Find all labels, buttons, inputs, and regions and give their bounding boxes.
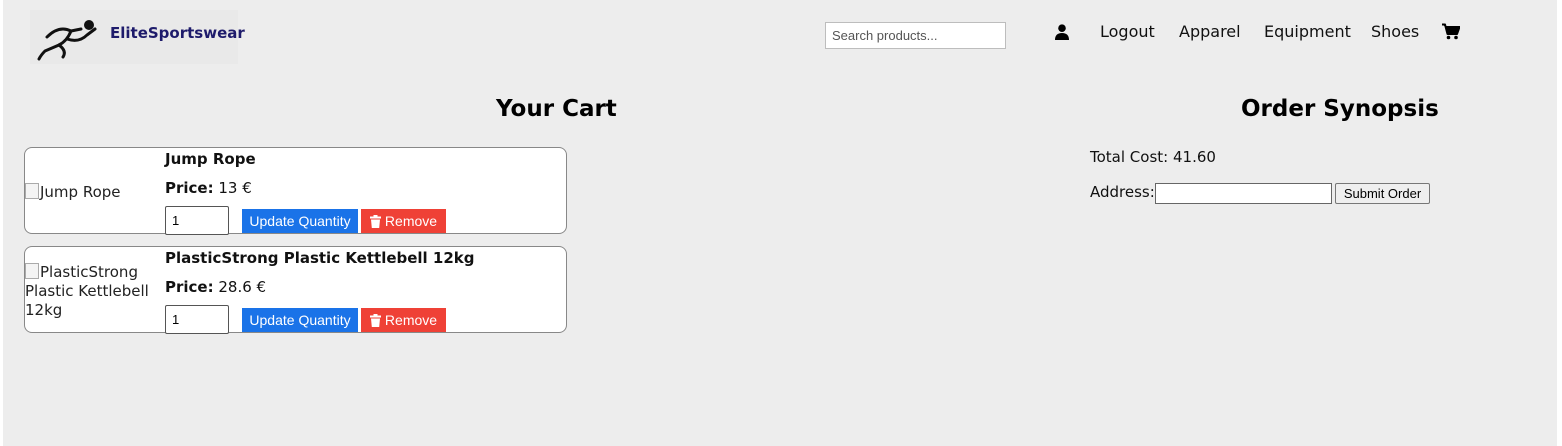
remove-label: Remove [384, 312, 438, 328]
total-cost: Total Cost: 41.60 [1090, 148, 1216, 166]
quantity-input[interactable] [165, 305, 229, 334]
price-label: Price: [165, 278, 214, 296]
update-quantity-button[interactable]: Update Quantity [242, 308, 358, 332]
remove-label: Remove [384, 213, 438, 229]
remove-button[interactable]: Remove [361, 209, 446, 233]
product-price: Price: 28.6 € [165, 278, 266, 296]
product-image: Jump Rope [25, 183, 160, 202]
nav-shoes[interactable]: Shoes [1371, 22, 1419, 41]
address-input[interactable] [1155, 183, 1332, 204]
price-value: 13 € [218, 179, 252, 197]
nav-apparel[interactable]: Apparel [1179, 22, 1241, 41]
search-input[interactable] [825, 22, 1006, 49]
product-image-alt: PlasticStrong Plastic Kettlebell 12kg [25, 263, 149, 319]
cart-item: PlasticStrong Plastic Kettlebell 12kg Pl… [24, 246, 567, 334]
product-name: PlasticStrong Plastic Kettlebell 12kg [165, 249, 475, 267]
cart-title: Your Cart [496, 96, 617, 122]
quantity-input[interactable] [165, 206, 229, 235]
cart-icon[interactable] [1442, 23, 1460, 40]
product-price: Price: 13 € [165, 179, 252, 197]
trash-icon [369, 214, 381, 228]
user-icon[interactable] [1055, 24, 1069, 40]
price-label: Price: [165, 179, 214, 197]
broken-image-icon [25, 183, 39, 199]
total-label: Total Cost: [1090, 148, 1169, 166]
summary-title: Order Synopsis [1241, 96, 1439, 122]
product-image: PlasticStrong Plastic Kettlebell 12kg [25, 263, 160, 320]
remove-button[interactable]: Remove [361, 308, 446, 332]
brand-name[interactable]: EliteSportswear [110, 24, 245, 42]
update-quantity-button[interactable]: Update Quantity [242, 209, 358, 233]
runner-logo-icon [37, 20, 97, 61]
price-value: 28.6 € [218, 278, 267, 296]
total-value: 41.60 [1172, 148, 1216, 166]
page: EliteSportswear Logout Apparel Equipment… [3, 0, 1557, 446]
trash-icon [369, 313, 381, 327]
nav-equipment[interactable]: Equipment [1264, 22, 1351, 41]
submit-order-button[interactable]: Submit Order [1335, 183, 1430, 204]
nav-logout[interactable]: Logout [1100, 22, 1155, 41]
product-name: Jump Rope [165, 150, 256, 168]
broken-image-icon [25, 263, 39, 279]
cart-item: Jump Rope Jump Rope Price: 13 € Update Q… [24, 147, 567, 235]
address-label: Address: [1090, 183, 1155, 201]
product-image-alt: Jump Rope [40, 183, 121, 201]
logo[interactable]: EliteSportswear [30, 10, 245, 64]
